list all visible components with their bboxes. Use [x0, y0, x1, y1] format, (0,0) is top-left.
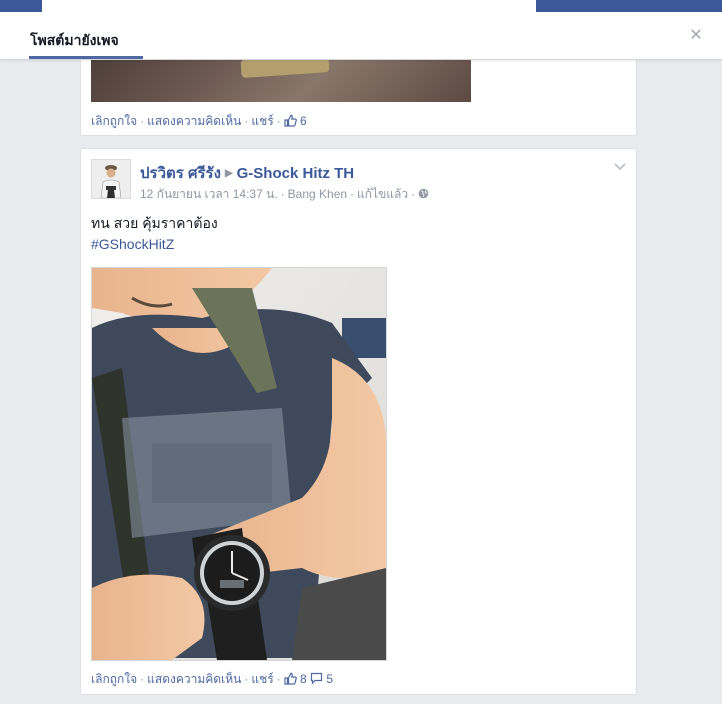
tab-posts-to-page[interactable]: โพสต์มายังเพจ — [30, 30, 119, 52]
page-link[interactable]: G-Shock Hitz TH — [237, 165, 355, 182]
hashtag-link[interactable]: #GShockHitZ — [91, 236, 174, 252]
like-count[interactable]: 6 — [300, 114, 307, 128]
post-photo[interactable] — [91, 267, 387, 661]
post-header: ปรวิตร ศรีรัง ▶ G-Shock Hitz TH — [140, 161, 354, 185]
timestamp-link[interactable]: 12 กันยายน เวลา 14:37 น. — [140, 187, 278, 201]
like-count[interactable]: 8 — [300, 672, 307, 686]
chevron-down-icon[interactable] — [613, 161, 627, 171]
post-meta: 12 กันยายน เวลา 14:37 น. · Bang Khen · แก้ไข… — [140, 185, 429, 204]
unlike-link[interactable]: เลิกถูกใจ — [91, 672, 137, 686]
arrow-right-icon: ▶ — [224, 168, 233, 179]
location-link[interactable]: Bang Khen — [288, 187, 347, 201]
globe-icon[interactable] — [418, 188, 429, 202]
search-input[interactable] — [42, 0, 536, 12]
post-actions: เลิกถูกใจ · แสดงความคิดเห็น · แชร์ · 6 — [91, 114, 307, 130]
share-link[interactable]: แชร์ — [251, 672, 273, 686]
avatar[interactable] — [91, 159, 131, 199]
post-text: ทน สวย คุ้มราคาต้อง — [91, 215, 218, 231]
post-actions: เลิกถูกใจ · แสดงความคิดเห็น · แชร์ · 8 5 — [91, 672, 334, 688]
edited-link[interactable]: แก้ไขแล้ว — [357, 187, 408, 201]
like-icon[interactable] — [284, 114, 297, 130]
dialog-header: โพสต์มายังเพจ ✕ — [0, 12, 722, 60]
comment-count[interactable]: 5 — [326, 672, 333, 686]
share-link[interactable]: แชร์ — [251, 114, 273, 128]
unlike-link[interactable]: เลิกถูกใจ — [91, 114, 137, 128]
comment-link[interactable]: แสดงความคิดเห็น — [147, 114, 241, 128]
like-icon[interactable] — [284, 672, 297, 688]
post-card: ปรวิตร ศรีรัง ▶ G-Shock Hitz TH 12 กันยายน… — [80, 148, 637, 695]
tab-underline — [29, 56, 143, 59]
close-icon[interactable]: ✕ — [688, 27, 704, 43]
author-link[interactable]: ปรวิตร ศรีรัง — [140, 165, 221, 182]
comment-icon[interactable] — [310, 672, 323, 688]
top-bar — [0, 0, 722, 12]
comment-link[interactable]: แสดงความคิดเห็น — [147, 672, 241, 686]
